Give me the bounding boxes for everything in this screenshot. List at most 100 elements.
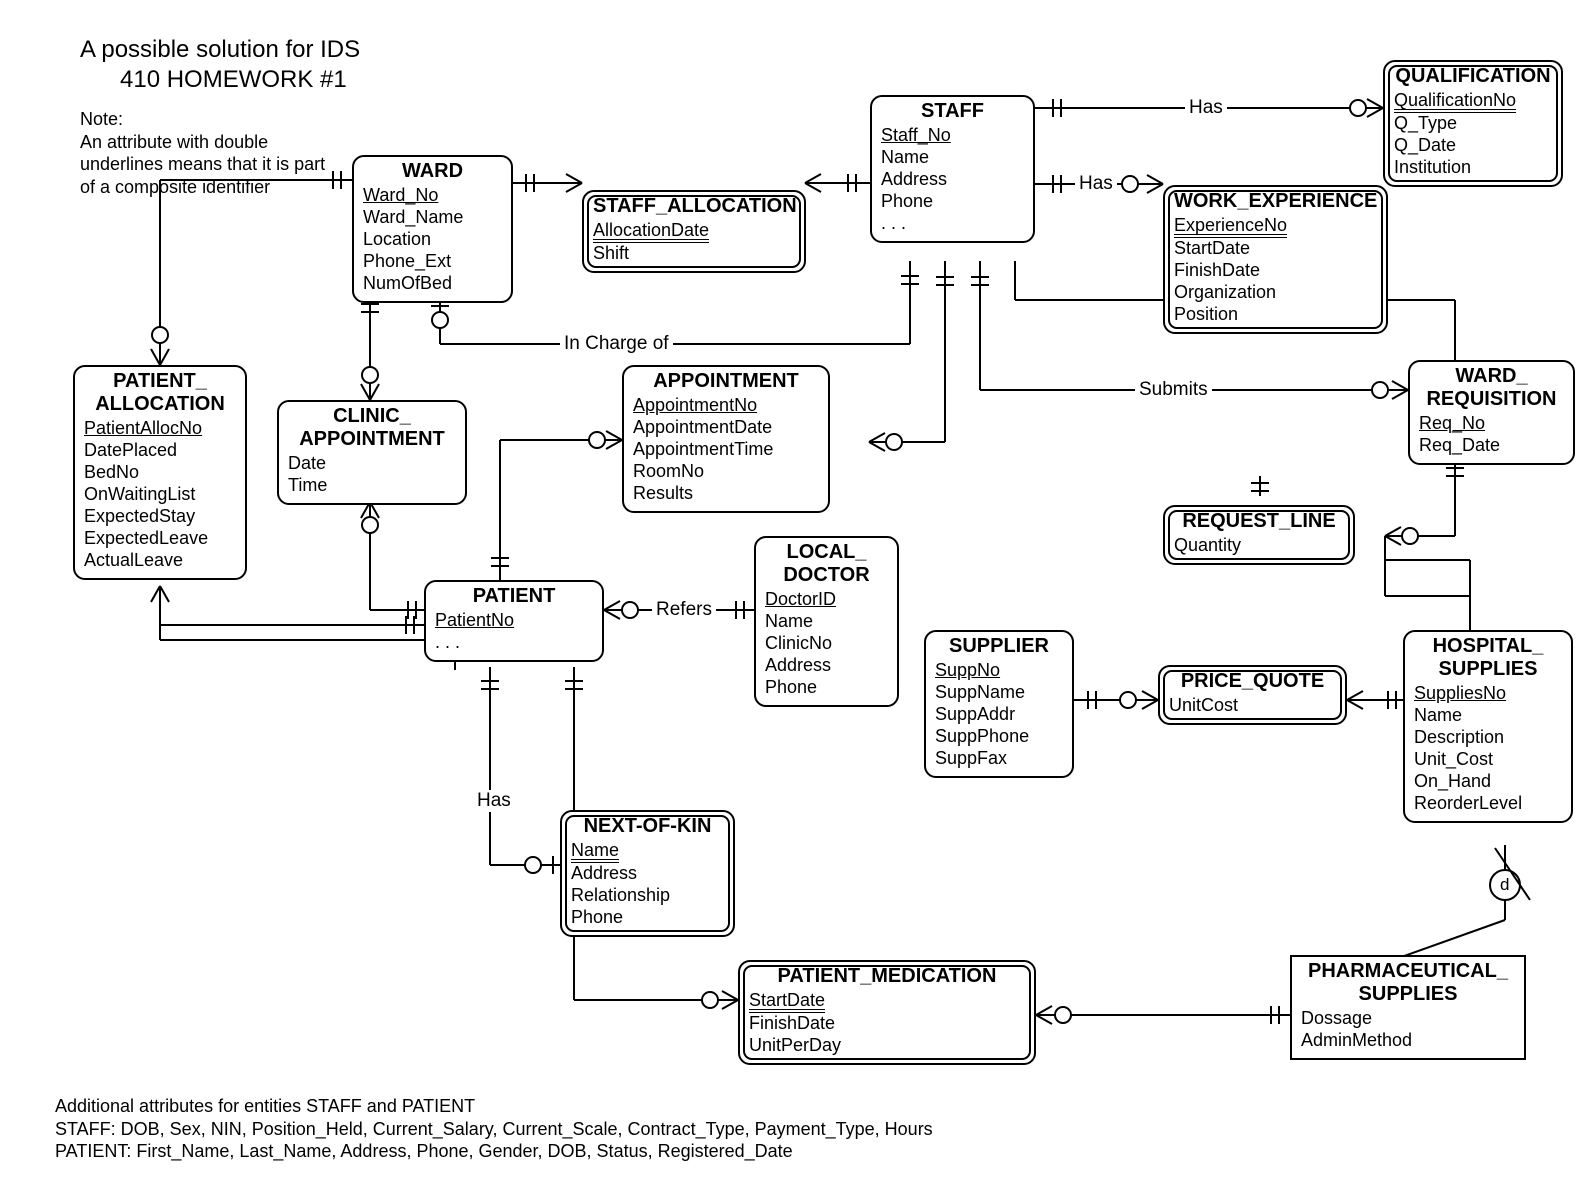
entity-qualification: QUALIFICATIONQualificationNoQ_TypeQ_Date… (1383, 60, 1563, 187)
entity-attribute: NumOfBed (363, 273, 502, 295)
entity-title: SUPPLIER (935, 635, 1063, 658)
entity-pharmaceutical-supplies: PHARMACEUTICAL_SUPPLIESDossageAdminMetho… (1290, 955, 1526, 1060)
entity-attribute: Ward_Name (363, 207, 502, 229)
rel-submits: Submits (1135, 379, 1212, 401)
entity-title: CLINIC_APPOINTMENT (288, 405, 456, 451)
entity-attribute: ClinicNo (765, 633, 888, 655)
entity-attribute: Shift (593, 243, 795, 265)
entity-attribute: Address (881, 169, 1024, 191)
entity-attribute: Time (288, 475, 456, 497)
entity-attribute: OnWaitingList (84, 484, 236, 506)
entity-attribute: Req_Date (1419, 435, 1564, 457)
entity-attribute: Description (1414, 727, 1562, 749)
entity-attribute: Name (571, 840, 724, 863)
entity-attribute: Q_Date (1394, 135, 1552, 157)
entity-attribute: ReorderLevel (1414, 793, 1562, 815)
entity-attribute: On_Hand (1414, 771, 1562, 793)
entity-attribute: Results (633, 483, 819, 505)
entity-attribute: DatePlaced (84, 440, 236, 462)
entity-hospital-supplies: HOSPITAL_SUPPLIESSuppliesNoNameDescripti… (1403, 630, 1573, 823)
entity-title: WARD (363, 160, 502, 183)
entity-title: REQUEST_LINE (1174, 510, 1344, 533)
entity-title: WARD_REQUISITION (1419, 365, 1564, 411)
entity-title: STAFF_ALLOCATION (593, 195, 795, 218)
entity-attribute: UnitPerDay (749, 1035, 1025, 1057)
entity-attribute: Ward_No (363, 185, 502, 207)
entity-ward: WARDWard_NoWard_NameLocationPhone_ExtNum… (352, 155, 513, 303)
entity-attribute: AppointmentTime (633, 439, 819, 461)
entity-patient-allocation: PATIENT_ALLOCATIONPatientAllocNoDatePlac… (73, 365, 247, 580)
entity-attribute: Name (765, 611, 888, 633)
entity-title: NEXT-OF-KIN (571, 815, 724, 838)
rel-refers: Refers (652, 599, 716, 621)
entity-attribute: StartDate (749, 990, 1025, 1013)
entity-work-experience: WORK_EXPERIENCEExperienceNoStartDateFini… (1163, 185, 1388, 334)
entity-attribute: Position (1174, 304, 1377, 326)
entity-attribute: ExperienceNo (1174, 215, 1377, 238)
entity-attribute: Dossage (1301, 1008, 1515, 1030)
entity-price-quote: PRICE_QUOTEUnitCost (1158, 665, 1347, 725)
rel-in-charge-of: In Charge of (560, 333, 673, 355)
entity-attribute: Address (571, 863, 724, 885)
entity-attribute: PatientNo (435, 610, 593, 632)
entity-attribute: AppointmentNo (633, 395, 819, 417)
entity-attribute: SuppliesNo (1414, 683, 1562, 705)
entity-attribute: StartDate (1174, 238, 1377, 260)
composite-identifier-note: Note: An attribute with double underline… (80, 108, 325, 198)
entity-attribute: DoctorID (765, 589, 888, 611)
entity-attribute: Q_Type (1394, 113, 1552, 135)
entity-next-of-kin: NEXT-OF-KINNameAddressRelationshipPhone (560, 810, 735, 937)
entity-attribute: Name (881, 147, 1024, 169)
entity-staff-allocation: STAFF_ALLOCATIONAllocationDateShift (582, 190, 806, 273)
entity-attribute: ExpectedStay (84, 506, 236, 528)
additional-attributes-footer: Additional attributes for entities STAFF… (55, 1095, 933, 1163)
entity-attribute: Address (765, 655, 888, 677)
entity-attribute: Req_No (1419, 413, 1564, 435)
entity-clinic-appointment: CLINIC_APPOINTMENTDateTime (277, 400, 467, 505)
rel-has-qualification: Has (1185, 97, 1227, 119)
entity-title: PATIENT (435, 585, 593, 608)
entity-attribute: AdminMethod (1301, 1030, 1515, 1052)
entity-request-line: REQUEST_LINEQuantity (1163, 505, 1355, 565)
rel-has-next-of-kin: Has (473, 790, 515, 812)
entity-staff: STAFFStaff_NoNameAddressPhone. . . (870, 95, 1035, 243)
entity-attribute: Unit_Cost (1414, 749, 1562, 771)
entity-appointment: APPOINTMENTAppointmentNoAppointmentDateA… (622, 365, 830, 513)
entity-attribute: Name (1414, 705, 1562, 727)
entity-local-doctor: LOCAL_DOCTORDoctorIDNameClinicNoAddressP… (754, 536, 899, 707)
entity-attribute: Phone (571, 907, 724, 929)
entity-attribute: Organization (1174, 282, 1377, 304)
page-title: A possible solution for IDS 410 HOMEWORK… (80, 35, 360, 95)
entity-title: WORK_EXPERIENCE (1174, 190, 1377, 213)
entity-attribute: SuppNo (935, 660, 1063, 682)
disjoint-d: d (1500, 874, 1509, 895)
entity-supplier: SUPPLIERSuppNoSuppNameSuppAddrSuppPhoneS… (924, 630, 1074, 778)
entity-attribute: QualificationNo (1394, 90, 1552, 113)
entity-attribute: Location (363, 229, 502, 251)
entity-attribute: SuppFax (935, 748, 1063, 770)
entity-title: PATIENT_MEDICATION (749, 965, 1025, 988)
entity-attribute: FinishDate (1174, 260, 1377, 282)
entity-attribute: Institution (1394, 157, 1552, 179)
entity-title: HOSPITAL_SUPPLIES (1414, 635, 1562, 681)
entity-ward-requisition: WARD_REQUISITIONReq_NoReq_Date (1408, 360, 1575, 465)
entity-patient-medication: PATIENT_MEDICATIONStartDateFinishDateUni… (738, 960, 1036, 1065)
entity-title: PATIENT_ALLOCATION (84, 370, 236, 416)
entity-attribute: FinishDate (749, 1013, 1025, 1035)
entity-title: APPOINTMENT (633, 370, 819, 393)
entity-attribute: SuppPhone (935, 726, 1063, 748)
entity-attribute: Quantity (1174, 535, 1344, 557)
entity-attribute: ExpectedLeave (84, 528, 236, 550)
entity-attribute: PatientAllocNo (84, 418, 236, 440)
entity-attribute: UnitCost (1169, 695, 1336, 717)
entity-attribute: SuppName (935, 682, 1063, 704)
entity-attribute: AppointmentDate (633, 417, 819, 439)
entity-attribute: Phone_Ext (363, 251, 502, 273)
entity-attribute: Staff_No (881, 125, 1024, 147)
entity-attribute: Relationship (571, 885, 724, 907)
entity-attribute: ActualLeave (84, 550, 236, 572)
entity-title: QUALIFICATION (1394, 65, 1552, 88)
entity-title: LOCAL_DOCTOR (765, 541, 888, 587)
entity-attribute: . . . (435, 632, 593, 654)
entity-title: PRICE_QUOTE (1169, 670, 1336, 693)
